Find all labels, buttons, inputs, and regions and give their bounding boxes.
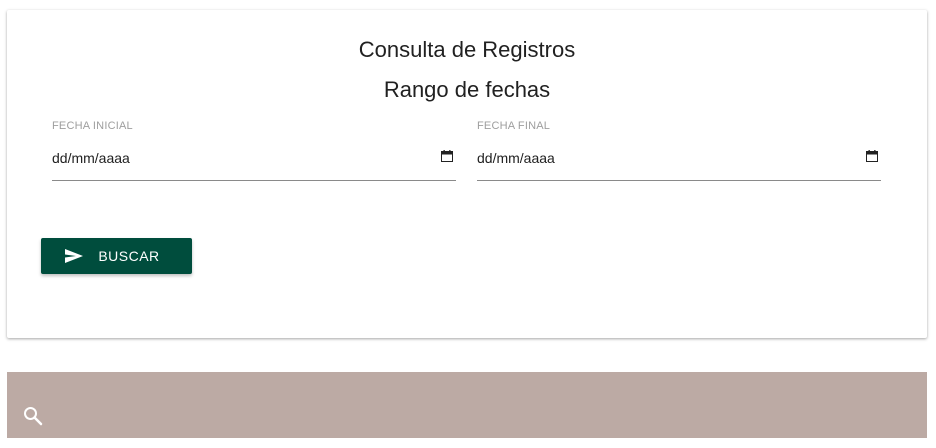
calendar-icon[interactable] bbox=[866, 150, 878, 162]
search-button[interactable]: BUSCAR bbox=[41, 238, 192, 274]
page-title: Consulta de Registros bbox=[358, 37, 576, 62]
start-date-field: FECHA INICIAL dd/mm/aaaa bbox=[52, 120, 456, 181]
end-date-value: dd/mm/aaaa bbox=[477, 150, 555, 166]
date-range-card: Consulta de Registros Rango de fechas FE… bbox=[7, 10, 927, 338]
start-date-input[interactable]: dd/mm/aaaa bbox=[52, 150, 456, 181]
end-date-label: FECHA FINAL bbox=[477, 120, 551, 132]
start-date-value: dd/mm/aaaa bbox=[52, 150, 130, 166]
search-icon[interactable] bbox=[23, 406, 43, 426]
start-date-label: FECHA INICIAL bbox=[52, 120, 133, 132]
send-icon bbox=[65, 249, 84, 263]
end-date-input[interactable]: dd/mm/aaaa bbox=[477, 150, 881, 181]
page-subtitle: Rango de fechas bbox=[383, 77, 551, 102]
calendar-icon[interactable] bbox=[441, 150, 453, 162]
end-date-field: FECHA FINAL dd/mm/aaaa bbox=[477, 120, 881, 181]
search-button-label: BUSCAR bbox=[98, 248, 160, 264]
search-bar[interactable] bbox=[7, 372, 927, 438]
